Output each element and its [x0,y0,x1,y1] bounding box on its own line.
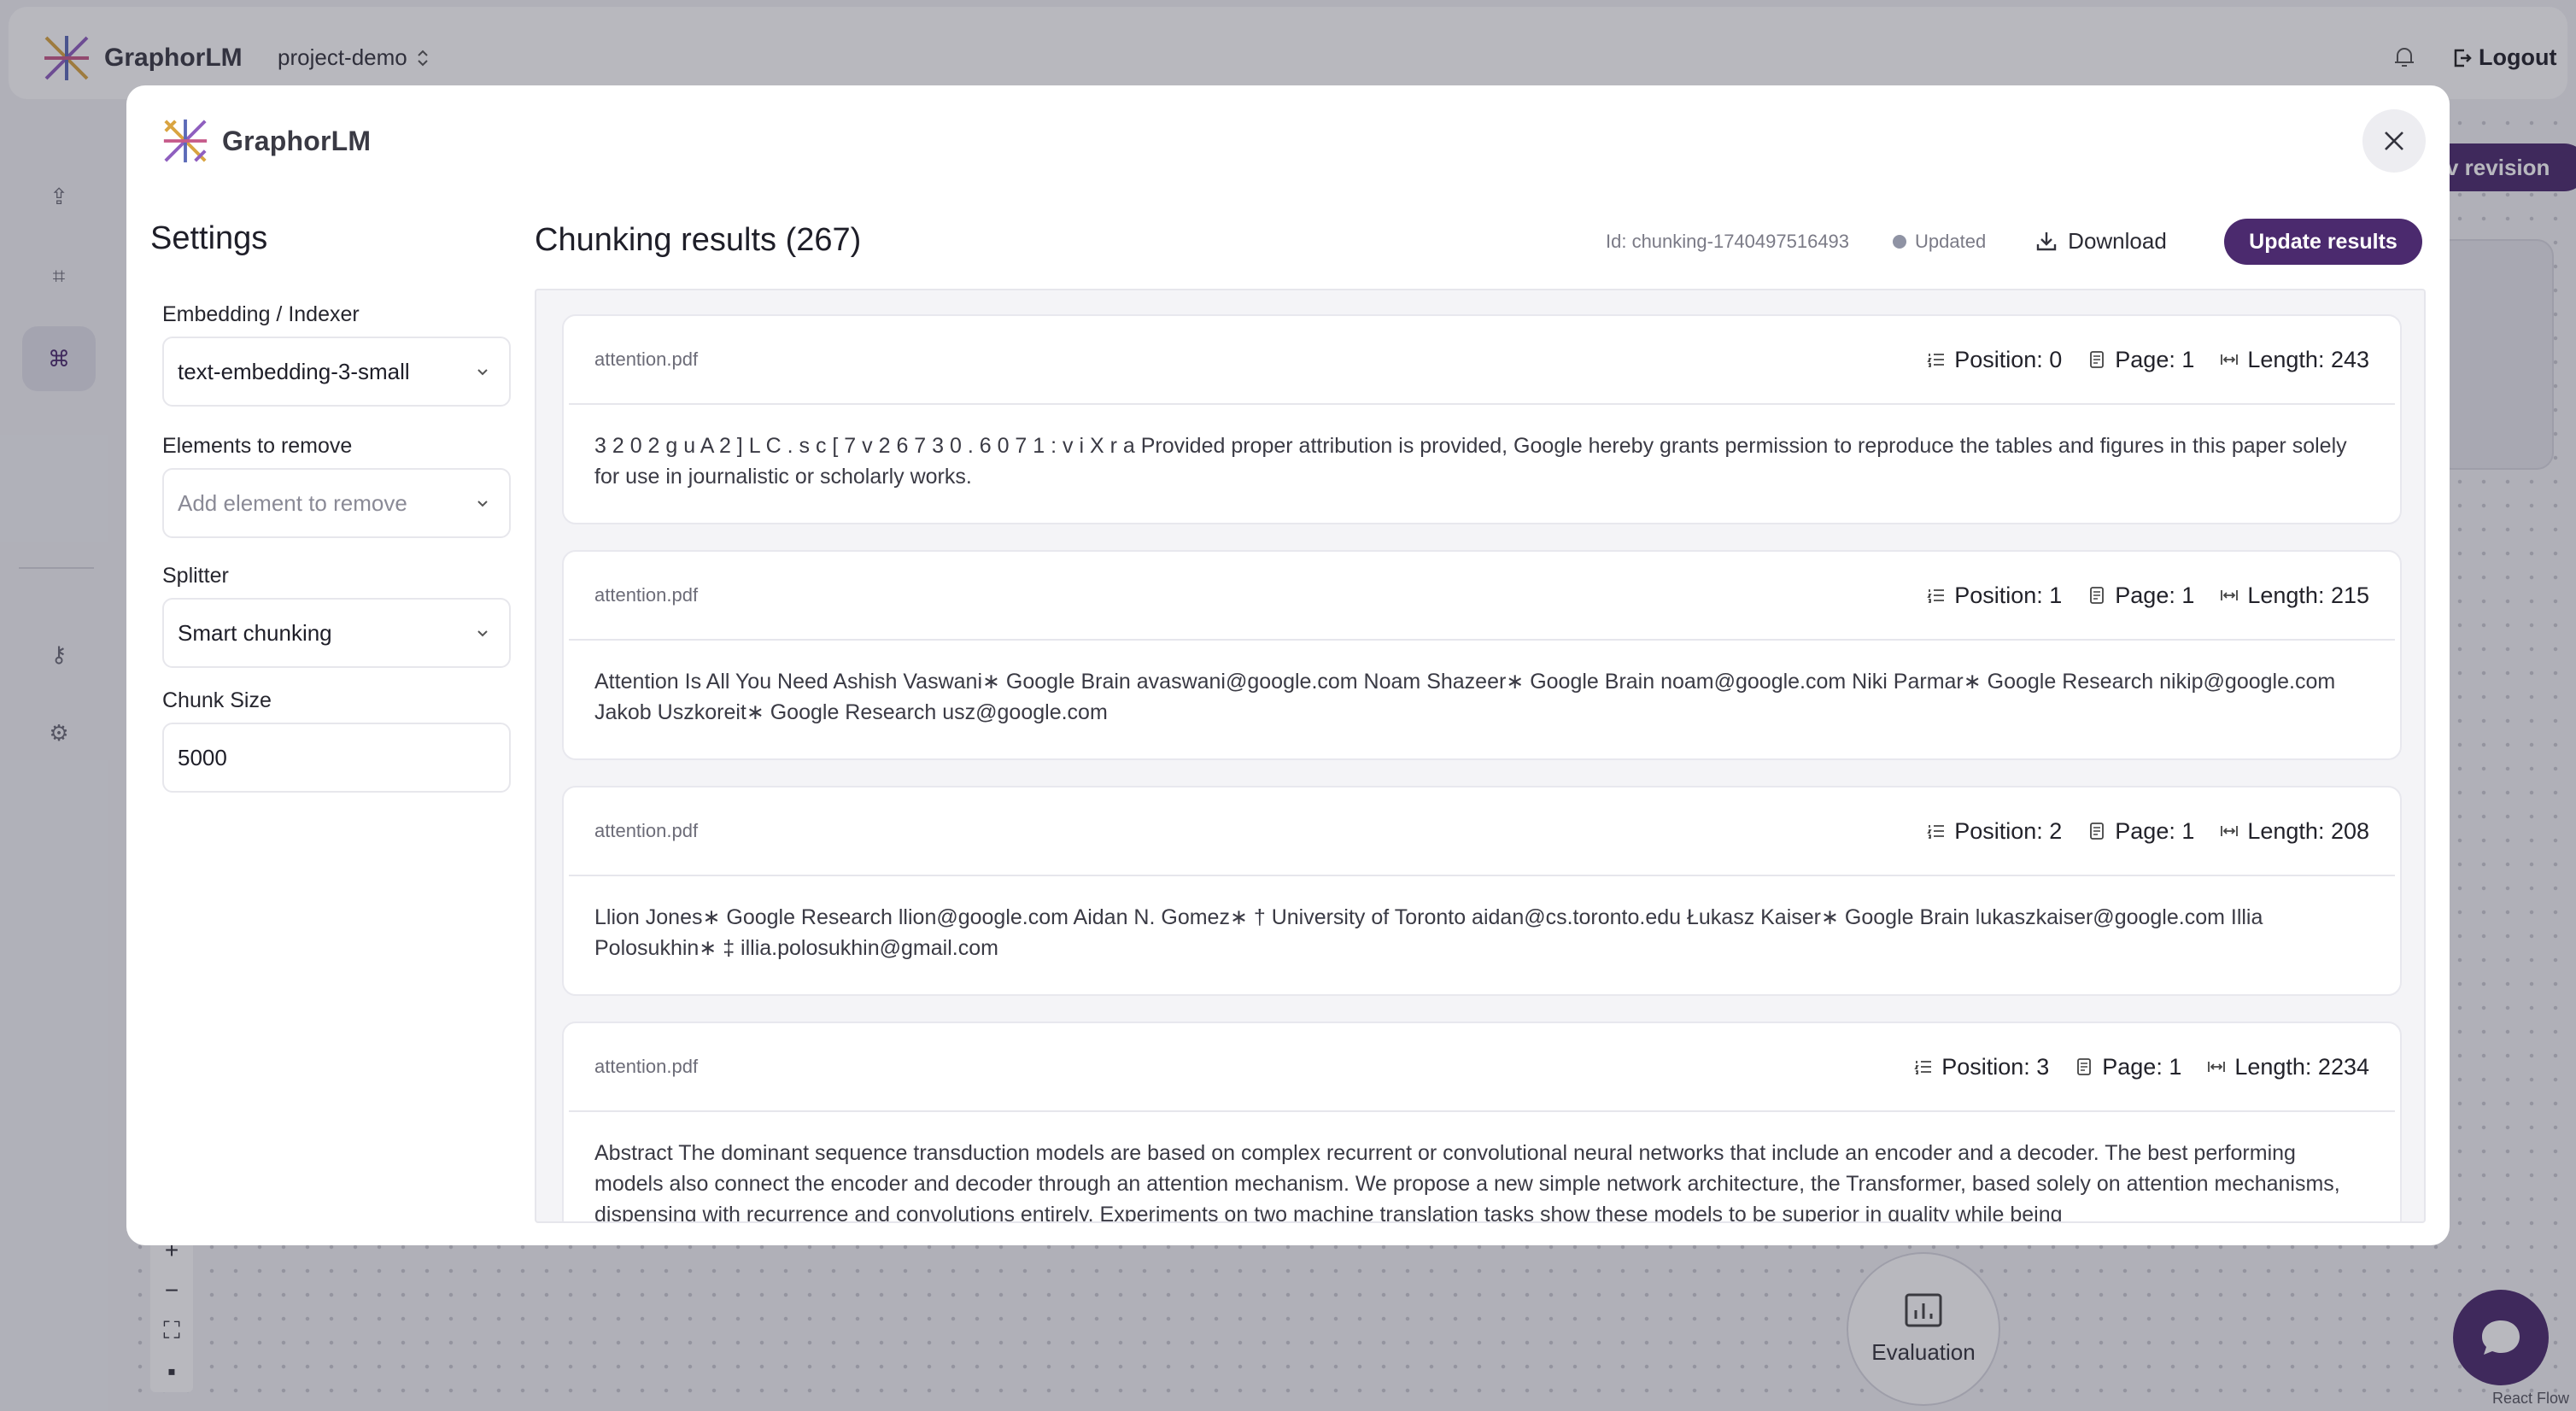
chevron-down-icon [477,501,488,507]
chunk-file-name: attention.pdf [594,348,699,370]
page-icon [2077,1058,2092,1075]
results-id: Id: chunking-1740497516493 [1606,231,1850,252]
chunk-meta: Position: 0 Page: 1 Length: 243 [1927,347,2369,373]
chunk-header: attention.pdf Position: 3 Page: 1 Length… [569,1023,2395,1112]
chunk-position: Position: 3 [1914,1054,2049,1080]
chunk-header: attention.pdf Position: 2 Page: 1 Length… [569,787,2395,876]
graphorlm-logo-icon [163,119,208,163]
chunk-text: Llion Jones∗ Google Research llion@googl… [594,905,2263,960]
page-icon [2090,587,2105,604]
splitter-label: Splitter [162,564,229,588]
status-label: Updated [1915,231,1987,252]
download-icon [2036,232,2057,251]
chunk-page-label: Page: 1 [2115,817,2195,844]
chunk-header: attention.pdf Position: 1 Page: 1 Length… [569,552,2395,641]
chunk-card: attention.pdf Position: 3 Page: 1 Length… [562,1022,2402,1223]
remove-elements-placeholder: Add element to remove [178,489,407,516]
length-icon [2221,826,2239,836]
list-ordered-icon [1927,825,1945,839]
chunk-meta: Position: 2 Page: 1 Length: 208 [1927,818,2369,845]
close-button[interactable] [2362,109,2426,173]
length-icon [2221,354,2239,365]
chunking-modal: GraphorLM Settings Embedding / Indexer t… [126,85,2450,1245]
chunk-file-name: attention.pdf [594,584,699,606]
modal-brand-name: GraphorLM [222,125,372,156]
settings-title: Settings [150,220,268,256]
chunk-card: attention.pdf Position: 0 Page: 1 Length… [562,314,2402,524]
page-icon [2090,351,2105,368]
embedding-value: text-embedding-3-small [178,358,410,384]
chunk-card: attention.pdf Position: 1 Page: 1 Length… [562,550,2402,760]
chunk-size-label: Chunk Size [162,688,272,712]
chunk-length-label: Length: 208 [2247,817,2369,844]
download-button[interactable]: Download [2016,215,2187,266]
chunk-position-label: Position: 3 [1941,1053,2050,1080]
chunk-position-label: Position: 1 [1954,582,2063,608]
chunk-length-label: Length: 215 [2247,582,2369,608]
page-icon [2090,823,2105,840]
chunk-file-name: attention.pdf [594,820,699,841]
chunk-size-value: 5000 [178,744,227,770]
update-results-button[interactable]: Update results [2224,219,2422,265]
chunk-text: 3 2 0 2 g u A 2 ] L C . s c [ 7 v 2 6 7 … [594,434,2347,489]
chunk-page: Page: 1 [2087,347,2194,373]
length-icon [2208,1062,2226,1072]
chunk-meta: Position: 3 Page: 1 Length: 2234 [1914,1054,2369,1080]
chunk-page: Page: 1 [2087,818,2194,845]
remove-elements-label: Elements to remove [162,434,353,458]
chunk-card: attention.pdf Position: 2 Page: 1 Length… [562,786,2402,996]
chunk-length: Length: 215 [2220,583,2369,609]
chunk-position-label: Position: 0 [1954,346,2063,372]
chunk-file-name: attention.pdf [594,1056,699,1077]
embedding-select[interactable]: text-embedding-3-small [162,337,511,407]
chunk-page: Page: 1 [2087,583,2194,609]
chunk-text: Abstract The dominant sequence transduct… [594,1141,2340,1223]
chunk-meta: Position: 1 Page: 1 Length: 215 [1927,583,2369,609]
chunk-position: Position: 2 [1927,818,2062,845]
chunk-length: Length: 208 [2220,818,2369,845]
splitter-value: Smart chunking [178,619,332,646]
results-title: Chunking results (267) [535,222,862,258]
chunk-text: Attention Is All You Need Ashish Vaswani… [594,670,2336,724]
length-icon [2221,590,2239,600]
chevron-down-icon [477,630,488,637]
modal-logo: GraphorLM [161,116,371,166]
chunk-length-label: Length: 2234 [2234,1053,2369,1080]
chunk-length-label: Length: 243 [2247,346,2369,372]
chunk-page: Page: 1 [2075,1054,2181,1080]
list-ordered-icon [1914,1061,1932,1074]
list-ordered-icon [1927,589,1945,603]
chevron-down-icon [477,369,488,376]
remove-elements-select[interactable]: Add element to remove [162,468,511,538]
chunk-page-label: Page: 1 [2115,346,2195,372]
status-dot-icon [1893,235,1906,249]
chunk-length: Length: 2234 [2207,1054,2369,1080]
chunk-page-label: Page: 1 [2102,1053,2182,1080]
chunk-results-list[interactable]: attention.pdf Position: 0 Page: 1 Length… [535,289,2426,1223]
chunk-size-input[interactable]: 5000 [162,723,511,793]
chunk-header: attention.pdf Position: 0 Page: 1 Length… [569,316,2395,405]
download-label: Download [2068,227,2167,254]
status-badge: Updated [1893,231,1986,253]
chunk-length: Length: 243 [2220,347,2369,373]
list-ordered-icon [1927,354,1945,367]
embedding-label: Embedding / Indexer [162,302,360,326]
splitter-select[interactable]: Smart chunking [162,598,511,668]
chunk-position-label: Position: 2 [1954,817,2063,844]
chunk-position: Position: 1 [1927,583,2062,609]
chunk-page-label: Page: 1 [2115,582,2195,608]
chunk-position: Position: 0 [1927,347,2062,373]
close-icon [2385,132,2403,150]
